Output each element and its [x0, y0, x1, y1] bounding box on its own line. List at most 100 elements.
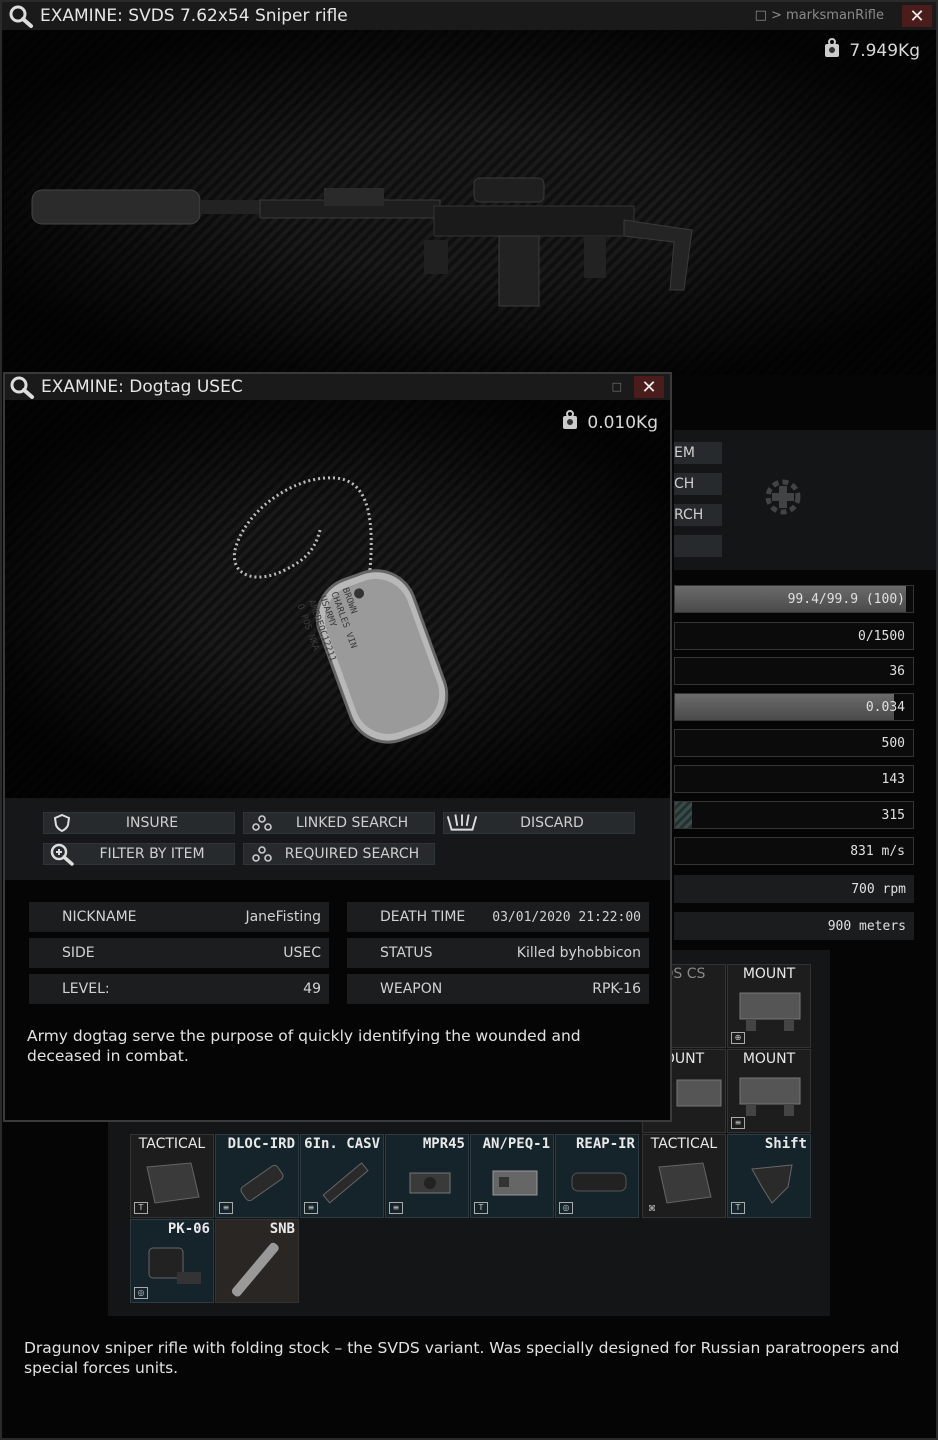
info-value: 03/01/2020 21:22:00	[492, 909, 641, 925]
stat-durability: 99.4/99.9 (100)	[674, 585, 914, 613]
search-icon	[9, 375, 35, 399]
weight-icon	[823, 38, 841, 63]
linked-search-button[interactable]: LINKED SEARCH	[243, 812, 435, 834]
search-icon	[8, 4, 34, 28]
shield-icon	[44, 814, 80, 832]
stat-value: 0.034	[865, 699, 905, 715]
slot-name: MPR45	[422, 1136, 465, 1152]
mod-slot[interactable]: PK-06 ◎	[130, 1219, 214, 1303]
dogtag-window-title: EXAMINE: Dogtag USEC	[41, 377, 243, 397]
tactical-icon: T	[731, 1202, 745, 1214]
mod-slot[interactable]: DLOC-IRD ≡	[215, 1134, 299, 1218]
info-value: 49	[303, 981, 321, 997]
insure-button[interactable]: INSURE	[43, 812, 235, 834]
rail-icon: ≡	[219, 1202, 233, 1214]
required-search-button[interactable]: REQUIRED SEARCH	[243, 843, 435, 865]
mod-slot[interactable]: AN/PEQ-1 T	[470, 1134, 554, 1218]
dogtag-weight-value: 0.010Kg	[587, 412, 658, 433]
sight-icon: ◎	[559, 1202, 573, 1214]
dogtag-window-titlebar[interactable]: EXAMINE: Dogtag USEC □ ✕	[5, 374, 670, 400]
mod-slot[interactable]: MOUNT ≡	[727, 1049, 811, 1133]
discard-button[interactable]: DISCARD	[443, 812, 635, 834]
info-value: RPK-16	[592, 981, 641, 997]
weight-icon	[561, 410, 579, 435]
rifle-window-title: EXAMINE: SVDS 7.62x54 Sniper rifle	[40, 6, 348, 26]
stat-value: 831 m/s	[850, 843, 905, 859]
rifle-breadcrumb[interactable]: □ > marksmanRifle	[755, 8, 884, 23]
mod-slot[interactable]: Shift T	[727, 1134, 811, 1218]
rifle-close-button[interactable]: ✕	[902, 5, 932, 27]
tactical-icon: T	[134, 1202, 148, 1214]
rifle-illustration	[31, 177, 693, 307]
mod-slot[interactable]: MOUNT ⊕	[727, 964, 811, 1048]
stat-value: 36	[889, 663, 905, 679]
rifle-side-button-label: RCH	[674, 507, 704, 523]
info-value: Killed byhobbicon	[516, 945, 641, 961]
info-label: SIDE	[62, 945, 95, 961]
slot-name: TACTICAL	[138, 1136, 206, 1152]
stat-row-7: 315	[674, 801, 914, 829]
mod-slot[interactable]: TACTICAL ⌘	[642, 1134, 726, 1218]
rifle-side-button-4[interactable]	[674, 535, 722, 557]
rail-icon: ≡	[389, 1202, 403, 1214]
rail-icon: ≡	[304, 1202, 318, 1214]
required-search-icon	[244, 845, 280, 863]
tactical-icon: ⌘	[648, 1204, 656, 1213]
slot-name: Shift	[764, 1136, 807, 1152]
info-label: NICKNAME	[62, 909, 137, 925]
info-label: DEATH TIME	[380, 909, 466, 925]
required-search-label: REQUIRED SEARCH	[284, 846, 420, 862]
filter-by-item-button[interactable]: FILTER BY ITEM	[43, 842, 235, 866]
mod-slot[interactable]: 6In. CASV ≡	[300, 1134, 384, 1218]
sight-icon: ◎	[134, 1287, 148, 1299]
rifle-weight: 7.949Kg	[823, 38, 920, 63]
linked-search-icon	[244, 814, 280, 832]
info-status: STATUS Killed byhobbicon	[347, 938, 649, 968]
stat-value: 99.4/99.9 (100)	[787, 591, 905, 607]
rifle-window-titlebar[interactable]: EXAMINE: SVDS 7.62x54 Sniper rifle □ > m…	[2, 2, 936, 30]
info-nickname: NICKNAME JaneFisting	[29, 902, 329, 932]
info-label: WEAPON	[380, 981, 443, 997]
slot-name: MOUNT	[742, 1051, 796, 1067]
dogtag-weight: 0.010Kg	[561, 410, 658, 435]
slot-name: PK-06	[167, 1221, 210, 1237]
rifle-side-button-label: CH	[674, 476, 695, 492]
stat-row-4: 0.034	[674, 693, 914, 721]
stat-row-6: 143	[674, 765, 914, 793]
info-value: JaneFisting	[245, 909, 321, 925]
info-value: USEC	[283, 945, 321, 961]
modding-icon[interactable]	[764, 478, 802, 516]
insure-label: INSURE	[125, 815, 179, 831]
minimize-icon[interactable]: □	[612, 380, 622, 393]
stat-row-8: 831 m/s	[674, 837, 914, 865]
stat-row-9: 700 rpm	[674, 875, 914, 903]
rifle-side-button-label: EM	[674, 445, 695, 461]
zoom-in-icon	[44, 842, 80, 866]
slot-name: REAP-IR	[575, 1136, 635, 1152]
dogtag-description: Army dogtag serve the purpose of quickly…	[27, 1027, 581, 1065]
stat-value: 0/1500	[858, 628, 905, 644]
dogtag-close-button[interactable]: ✕	[634, 376, 664, 398]
mod-slot[interactable]: MPR45 ≡	[385, 1134, 469, 1218]
linked-search-label: LINKED SEARCH	[295, 815, 409, 831]
rifle-side-button-3[interactable]: RCH	[674, 504, 722, 526]
stat-value: 900 meters	[827, 918, 906, 934]
mod-slot[interactable]: TACTICAL T	[130, 1134, 214, 1218]
slot-name: TACTICAL	[650, 1136, 718, 1152]
rifle-image-area: 7.949Kg	[4, 30, 936, 375]
rifle-description: Dragunov sniper rifle with folding stock…	[24, 1339, 900, 1377]
rifle-side-button-1[interactable]: EM	[674, 442, 722, 464]
mod-slot[interactable]: REAP-IR ◎	[555, 1134, 639, 1218]
stat-row-5: 500	[674, 729, 914, 757]
info-side: SIDE USEC	[29, 938, 329, 968]
rifle-side-button-2[interactable]: CH	[674, 473, 722, 495]
stat-value: 700 rpm	[851, 881, 906, 897]
stat-row-10: 900 meters	[674, 912, 914, 940]
info-death-time: DEATH TIME 03/01/2020 21:22:00	[347, 902, 649, 932]
stat-value: 500	[881, 735, 905, 751]
slot-name: AN/PEQ-1	[482, 1136, 550, 1152]
mod-slot[interactable]: SNB	[215, 1219, 299, 1303]
stat-value: 143	[881, 771, 905, 787]
slot-name: DLOC-IRD	[227, 1136, 295, 1152]
stat-row-3: 36	[674, 657, 914, 685]
